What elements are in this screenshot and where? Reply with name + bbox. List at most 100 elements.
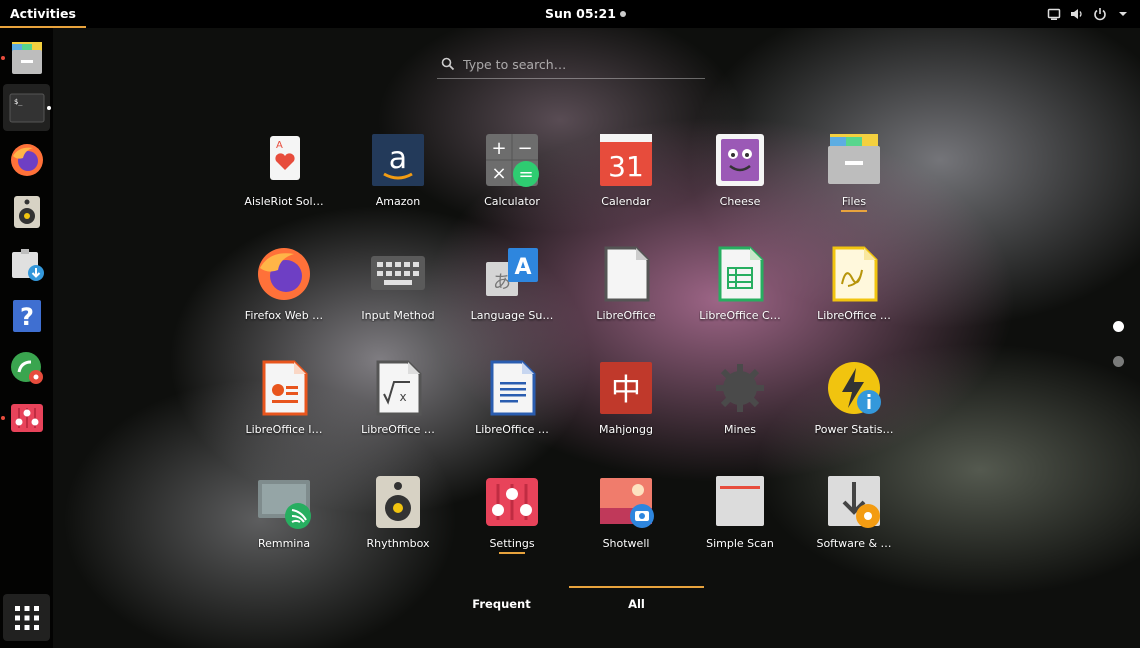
app-label: Calendar <box>601 195 651 208</box>
amazon-icon: a <box>372 134 424 186</box>
app-tile[interactable]: A AisleRiot Sol… <box>227 128 341 228</box>
app-label: Remmina <box>257 537 311 550</box>
app-tile[interactable]: Input Method <box>341 242 455 342</box>
app-label: Software & … <box>816 537 892 550</box>
app-tile[interactable]: Settings <box>455 470 569 570</box>
svg-text:$_: $_ <box>14 98 23 106</box>
svg-text:A: A <box>276 140 283 151</box>
app-tile[interactable]: Simple Scan <box>683 470 797 570</box>
clock-menu[interactable]: Sun 05:21 <box>545 0 626 28</box>
app-tile[interactable]: Mines <box>683 356 797 456</box>
files-icon <box>828 134 880 184</box>
volume-icon <box>1070 7 1084 21</box>
calendar-icon: 31 <box>600 134 652 186</box>
app-label: Rhythmbox <box>366 537 430 550</box>
app-label: LibreOffice <box>596 309 656 322</box>
firefox-icon <box>258 248 310 300</box>
mahjongg-icon: 中 <box>600 362 652 414</box>
running-indicator <box>1 56 5 60</box>
cheese-icon <box>716 134 764 186</box>
system-tray[interactable] <box>1047 0 1130 28</box>
show-applications-button[interactable] <box>3 594 50 641</box>
app-label: LibreOffice … <box>361 423 435 436</box>
power-icon <box>1093 7 1107 21</box>
app-tile[interactable]: + − × = Calculator <box>455 128 569 228</box>
software-install-icon <box>11 248 44 281</box>
app-tile[interactable]: LibreOffice C… <box>683 242 797 342</box>
page-indicator-2[interactable] <box>1113 356 1124 367</box>
app-tile[interactable]: x LibreOffice … <box>341 356 455 456</box>
app-label: Input Method <box>361 309 435 322</box>
app-tile[interactable]: LibreOffice <box>569 242 683 342</box>
dock-files[interactable] <box>3 34 50 81</box>
app-tile[interactable]: Software & … <box>797 470 911 570</box>
activities-button[interactable]: Activities <box>0 0 86 28</box>
app-label: LibreOffice … <box>817 309 891 322</box>
dock-rhythmbox[interactable] <box>3 188 50 235</box>
svg-text:中: 中 <box>611 373 641 408</box>
files-icon <box>11 41 42 74</box>
app-tile[interactable]: Firefox Web … <box>227 242 341 342</box>
software-updates-icon <box>828 476 880 528</box>
app-tile[interactable]: Cheese <box>683 128 797 228</box>
tab-all[interactable]: All <box>569 586 704 614</box>
app-label: Calculator <box>484 195 540 208</box>
dock-firefox[interactable] <box>3 136 50 183</box>
dock-system-tools[interactable] <box>3 344 50 391</box>
dock-software-install[interactable] <box>3 240 50 287</box>
app-tile[interactable]: あ A Language Su… <box>455 242 569 342</box>
shotwell-icon <box>600 478 654 528</box>
settings-icon <box>10 403 43 432</box>
app-tile[interactable]: a Amazon <box>341 128 455 228</box>
svg-text:31: 31 <box>608 150 644 183</box>
app-tile[interactable]: Rhythmbox <box>341 470 455 570</box>
running-indicator <box>841 210 867 212</box>
app-label: Mines <box>723 423 757 436</box>
app-tile[interactable]: Files <box>797 128 911 228</box>
page-indicator-1[interactable] <box>1113 321 1124 332</box>
view-switcher: Frequent All <box>434 586 704 614</box>
libreoffice-icon <box>604 246 650 302</box>
app-tile[interactable]: Remmina <box>227 470 341 570</box>
app-tile[interactable]: LibreOffice … <box>797 242 911 342</box>
dock: $_ ? <box>0 28 53 648</box>
terminal-icon: $_ <box>9 93 44 122</box>
draw-icon <box>832 246 878 302</box>
search-input[interactable] <box>461 55 695 73</box>
running-indicator <box>1 416 5 420</box>
app-label: LibreOffice … <box>475 423 549 436</box>
mines-icon <box>716 364 764 412</box>
gnome-tweaks-icon <box>10 351 43 384</box>
notification-dot-icon <box>619 11 626 17</box>
app-label: Firefox Web … <box>244 309 324 322</box>
writer-icon <box>490 360 536 416</box>
app-tile[interactable]: Shotwell <box>569 470 683 570</box>
math-icon: x <box>376 360 422 416</box>
cards-icon: A <box>270 136 300 180</box>
app-tile[interactable]: LibreOffice … <box>455 356 569 456</box>
dock-help[interactable]: ? <box>3 292 50 339</box>
clock-label: Sun 05:21 <box>545 6 616 21</box>
rhythmbox-icon <box>376 476 420 528</box>
search-icon <box>441 57 455 71</box>
search-bar[interactable] <box>437 50 705 79</box>
dock-terminal[interactable]: $_ <box>3 84 50 131</box>
calc-icon <box>718 246 764 302</box>
app-tile[interactable]: 31 Calendar <box>569 128 683 228</box>
app-label: Files <box>841 195 867 208</box>
app-tile[interactable]: LibreOffice I… <box>227 356 341 456</box>
app-tile[interactable]: Power Statis… <box>797 356 911 456</box>
app-label: Mahjongg <box>599 423 653 436</box>
help-icon: ? <box>12 299 41 332</box>
running-indicator <box>47 106 51 110</box>
screen-icon <box>1047 7 1061 21</box>
app-label: LibreOffice C… <box>699 309 781 322</box>
running-indicator <box>499 552 525 554</box>
power-stats-icon <box>828 362 881 414</box>
app-label: Cheese <box>719 195 761 208</box>
impress-icon <box>262 360 308 416</box>
dock-settings[interactable] <box>3 394 50 441</box>
svg-text:x: x <box>399 390 406 404</box>
tab-frequent[interactable]: Frequent <box>434 586 569 614</box>
app-tile[interactable]: 中 Mahjongg <box>569 356 683 456</box>
